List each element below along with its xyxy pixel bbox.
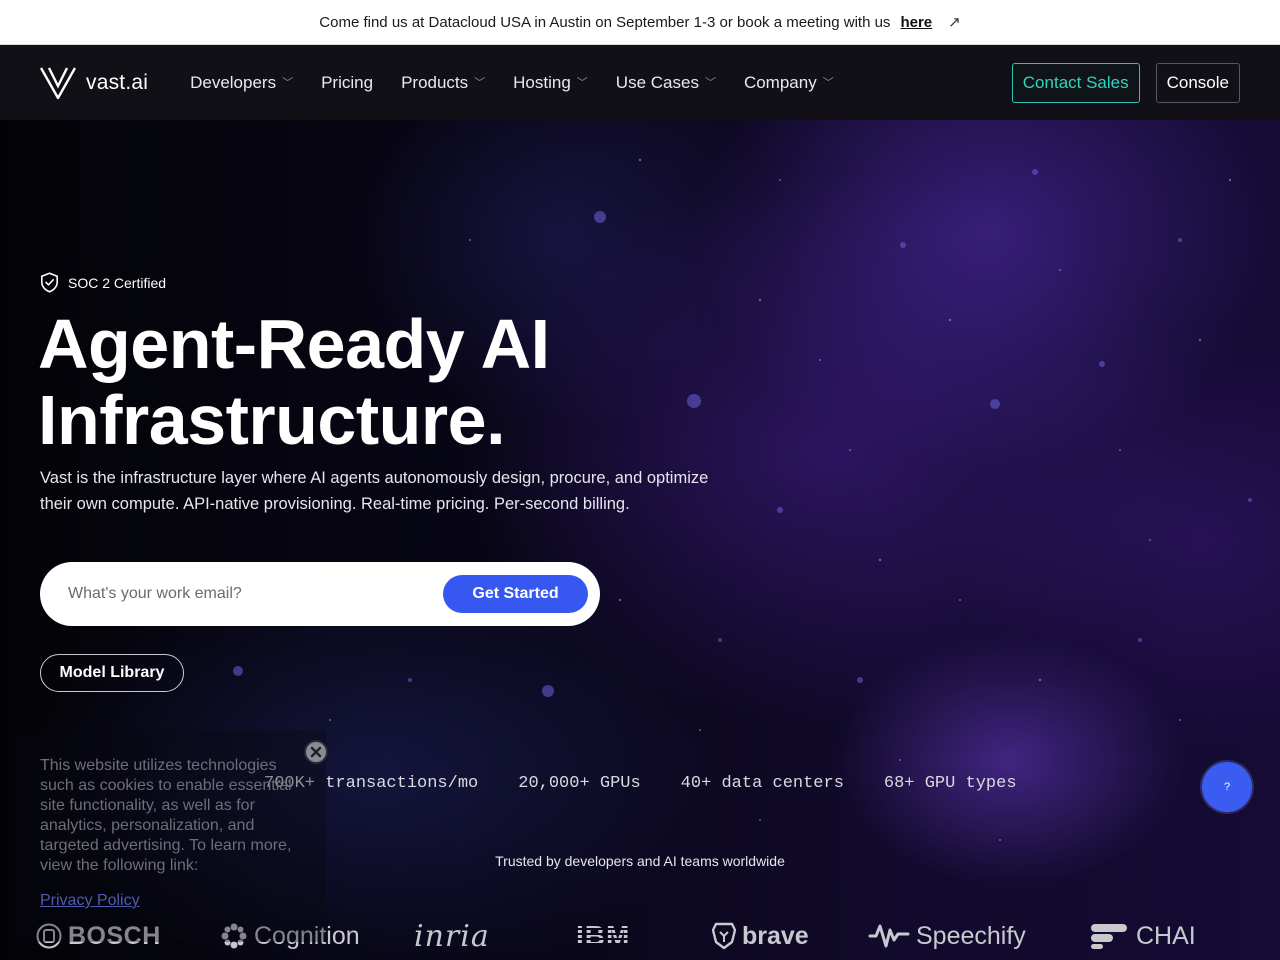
soc2-label: SOC 2 Certified <box>68 274 167 291</box>
chevron-down-icon: ﹀ <box>474 76 486 89</box>
chevron-down-icon: ﹀ <box>282 76 294 89</box>
brave-wordmark: brave <box>742 921 809 950</box>
announcement-bar: Come find us at Datacloud USA in Austin … <box>0 0 1280 45</box>
chai-logo: CHAI <box>1090 916 1196 956</box>
chai-mark-icon <box>1091 924 1127 949</box>
chevron-down-icon: ﹀ <box>576 76 588 89</box>
arrow-up-right-icon[interactable]: ↗ <box>948 13 961 31</box>
nav-label: Products <box>401 72 469 92</box>
nav-label: Pricing <box>321 72 374 92</box>
brave-lion-icon <box>712 922 736 950</box>
inria-logo: inria <box>414 916 490 956</box>
stats-row: 700K+ transactions/mo 20,000+ GPUs 40+ d… <box>264 774 1017 793</box>
nav-label: Hosting <box>513 72 571 92</box>
chai-wordmark: CHAI <box>1136 921 1196 950</box>
vast-logo-icon <box>40 66 76 99</box>
brave-logo: brave <box>712 916 809 956</box>
get-started-button[interactable]: Get Started <box>443 575 588 613</box>
ibm-wordmark: IBM <box>576 920 631 951</box>
nav-products[interactable]: Products ﹀ <box>387 63 499 103</box>
close-icon[interactable] <box>304 740 328 764</box>
console-button[interactable]: Console <box>1155 62 1240 103</box>
help-chat-button[interactable]: ? <box>1202 762 1252 812</box>
hero-title-line-1: Agent-Ready AI <box>38 305 550 383</box>
main-nav: Developers ﹀ Pricing Products ﹀ Hosting … <box>176 63 848 103</box>
nav-developers[interactable]: Developers ﹀ <box>176 63 307 103</box>
hero-subtitle: Vast is the infrastructure layer where A… <box>40 469 709 513</box>
nav-hosting[interactable]: Hosting ﹀ <box>499 63 602 103</box>
hero-title-line-2: Infrastructure. <box>38 381 506 459</box>
nav-use-cases[interactable]: Use Cases ﹀ <box>602 63 730 103</box>
nav-label: Use Cases <box>615 72 699 92</box>
soc2-badge: SOC 2 Certified <box>40 272 166 293</box>
cookie-text: This website utilizes technologies such … <box>40 757 292 874</box>
stat-gpus: 20,000+ GPUs <box>518 774 641 793</box>
announcement-text: Come find us at Datacloud USA in Austin … <box>319 13 891 31</box>
brand-name: vast.ai <box>86 70 149 94</box>
announcement-link[interactable]: here <box>900 14 932 31</box>
speechify-logo: Speechify <box>868 916 1026 956</box>
nav-pricing[interactable]: Pricing <box>307 63 387 103</box>
hero-title: Agent-Ready AI Infrastructure. <box>38 306 798 458</box>
logo[interactable]: vast.ai <box>40 66 149 99</box>
stat-gpu-types: 68+ GPU types <box>883 774 1017 793</box>
chevron-down-icon: ﹀ <box>822 76 834 89</box>
privacy-policy-link[interactable]: Privacy Policy <box>40 892 140 910</box>
chevron-down-icon: ﹀ <box>704 76 716 89</box>
inria-wordmark: inria <box>414 918 490 954</box>
nav-company[interactable]: Company ﹀ <box>730 63 848 103</box>
nav-label: Developers <box>190 72 277 92</box>
header-actions: Contact Sales Console <box>1011 62 1240 103</box>
contact-sales-button[interactable]: Contact Sales <box>1011 62 1140 103</box>
ibm-logo: IBM <box>576 916 630 956</box>
nav-label: Company <box>743 72 817 92</box>
model-library-button[interactable]: Model Library <box>40 654 184 692</box>
speechify-wordmark: Speechify <box>916 921 1026 950</box>
site-header: vast.ai Developers ﹀ Pricing Products ﹀ … <box>0 45 1280 120</box>
speechify-wave-icon <box>868 924 910 948</box>
email-signup-form: Get Started <box>40 562 600 626</box>
cookie-banner: This website utilizes technologies such … <box>16 730 328 942</box>
email-input[interactable] <box>68 585 443 603</box>
stat-data-centers: 40+ data centers <box>680 774 844 793</box>
shield-check-icon <box>41 272 58 293</box>
